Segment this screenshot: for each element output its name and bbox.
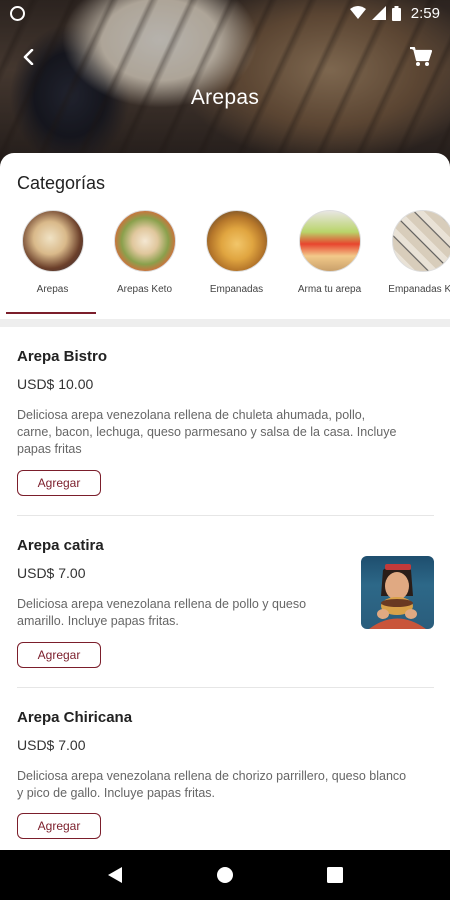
category-label: Arepas [36,284,69,295]
product-divider [17,515,434,516]
status-bar: 2:59 [0,0,450,26]
product-price: USD$ 10.00 [17,376,94,392]
product-divider [17,687,434,688]
category-image [113,210,176,272]
selected-category-indicator [6,312,96,314]
category-image [21,210,84,272]
category-empanadas-keto[interactable]: Empanadas Ke [376,208,450,316]
product-price: USD$ 7.00 [17,737,86,753]
signal-icon [371,6,386,20]
back-button[interactable] [14,42,44,72]
add-to-cart-button[interactable]: Agregar [17,813,101,839]
wifi-icon [349,6,366,19]
category-image [298,210,361,272]
category-label: Arepas Keto [116,284,173,295]
category-label: Empanadas [209,284,264,295]
categories-carousel[interactable]: Arepas Arepas Keto Empanadas Arma tu are… [0,208,450,316]
circle-home-icon [217,867,233,883]
product-photo-icon [369,564,426,629]
nav-recents-button[interactable] [315,855,355,895]
top-app-bar [0,40,450,74]
product-description: Deliciosa arepa venezolana rellena de ch… [17,769,407,800]
categories-heading: Categorías [17,173,106,193]
status-time: 2:59 [410,4,440,22]
product-description: Deliciosa arepa venezolana rellena de po… [17,597,307,628]
category-arepas-keto[interactable]: Arepas Keto [98,208,191,316]
product-price: USD$ 7.00 [17,565,86,581]
arrow-back-icon [23,49,34,65]
category-empanadas[interactable]: Empanadas [190,208,283,316]
product-name: Arepa Chiricana [17,709,133,726]
product-image [361,556,434,629]
nav-home-button[interactable] [205,855,245,895]
product-description: Deliciosa arepa venezolana rellena de ch… [17,408,397,456]
triangle-back-icon [108,867,122,883]
cart-icon [410,47,432,66]
nav-back-button[interactable] [95,855,135,895]
page-title: Arepas [190,86,260,109]
system-navigation-bar [0,850,450,900]
battery-icon [391,5,401,21]
category-arepas[interactable]: Arepas [6,208,99,316]
add-to-cart-button[interactable]: Agregar [17,470,101,496]
category-image [391,210,450,272]
content-sheet: Categorías Arepas Arepas Keto Empanadas … [0,153,450,850]
product-name: Arepa catira [17,537,104,554]
product-name: Arepa Bistro [17,348,108,365]
square-recents-icon [327,867,343,883]
category-arma-tu-arepa[interactable]: Arma tu arepa [283,208,376,316]
cart-button[interactable] [406,42,436,72]
category-label: Empanadas Ke [388,284,450,295]
add-to-cart-button[interactable]: Agregar [17,642,101,668]
category-image [205,210,268,272]
category-label: Arma tu arepa [297,284,362,295]
section-divider [0,319,450,327]
notification-icon [10,5,25,21]
